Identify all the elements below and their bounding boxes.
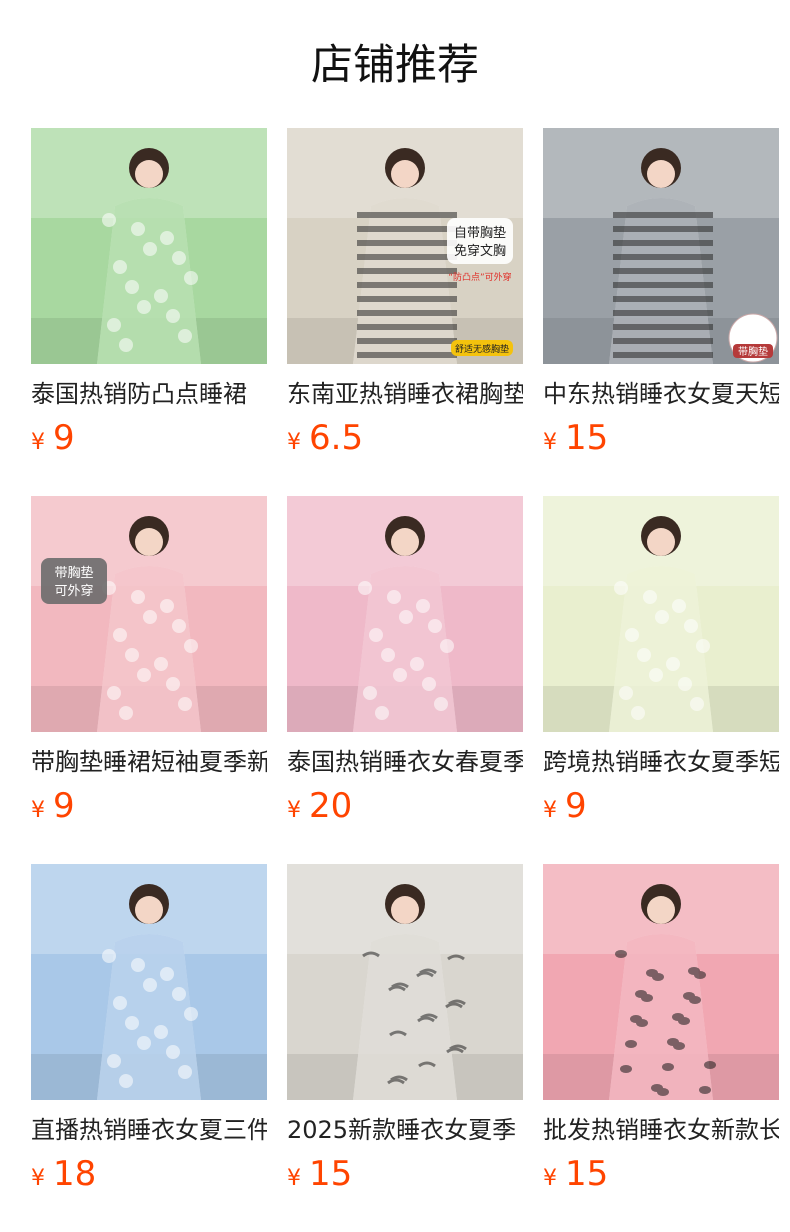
striped-dress-photo: 自带胸垫免穿文胸 “防凸点”可外穿舒适无感胸垫 bbox=[287, 128, 523, 364]
currency-symbol: ¥ bbox=[287, 430, 301, 455]
price-amount: 15 bbox=[565, 1154, 609, 1194]
product-image[interactable] bbox=[31, 864, 267, 1100]
product-title[interactable]: 东南亚热销睡衣裙胸垫 bbox=[287, 378, 523, 410]
price-amount: 9 bbox=[53, 418, 75, 458]
product-price: ¥6.5 bbox=[287, 418, 523, 458]
blue-pajama-photo bbox=[31, 864, 267, 1100]
svg-text:免穿文胸: 免穿文胸 bbox=[454, 243, 506, 259]
svg-text:舒适无感胸垫: 舒适无感胸垫 bbox=[455, 343, 509, 355]
product-price: ¥15 bbox=[543, 418, 779, 458]
price-amount: 15 bbox=[565, 418, 609, 458]
product-image[interactable]: 自带胸垫免穿文胸 “防凸点”可外穿 舒适无感胸垫 bbox=[287, 128, 523, 364]
product-image[interactable]: 带胸垫 可外穿 bbox=[31, 496, 267, 732]
product-card[interactable]: 直播热销睡衣女夏三件套 ¥18 bbox=[31, 864, 267, 1194]
product-title[interactable]: 批发热销睡衣女新款长袖 bbox=[543, 1114, 779, 1146]
product-title[interactable]: 泰国热销睡衣女春夏季 bbox=[287, 746, 523, 778]
price-amount: 18 bbox=[53, 1154, 97, 1194]
product-price: ¥18 bbox=[31, 1154, 267, 1194]
price-amount: 6.5 bbox=[309, 418, 364, 458]
currency-symbol: ¥ bbox=[287, 798, 301, 823]
cartoon-print-photo bbox=[287, 496, 523, 732]
svg-text:“防凸点”可外穿: “防凸点”可外穿 bbox=[448, 271, 511, 283]
product-price: ¥9 bbox=[543, 786, 779, 826]
price-amount: 20 bbox=[309, 786, 353, 826]
currency-symbol: ¥ bbox=[543, 1166, 557, 1191]
promo-badge: 带胸垫可外穿 bbox=[41, 558, 107, 604]
price-amount: 9 bbox=[53, 786, 75, 826]
svg-text:带胸垫: 带胸垫 bbox=[738, 345, 768, 358]
product-title[interactable]: 2025新款睡衣女夏季 bbox=[287, 1114, 523, 1146]
svg-text:带胸垫: 带胸垫 bbox=[54, 565, 93, 581]
product-image[interactable] bbox=[543, 496, 779, 732]
product-card[interactable]: 跨境热销睡衣女夏季短袖 ¥9 bbox=[543, 496, 779, 826]
product-card[interactable]: 自带胸垫免穿文胸 “防凸点”可外穿 舒适无感胸垫东南亚热销睡衣裙胸垫 ¥6.5 bbox=[287, 128, 523, 458]
svg-text:自带胸垫: 自带胸垫 bbox=[454, 225, 506, 241]
currency-symbol: ¥ bbox=[543, 430, 557, 455]
product-card[interactable]: 带胸垫可外穿带胸垫睡裙短袖夏季新款 ¥9 bbox=[31, 496, 267, 826]
leopard-pajama-photo bbox=[543, 864, 779, 1100]
product-card[interactable]: 带胸垫中东热销睡衣女夏天短袖 ¥15 bbox=[543, 128, 779, 458]
product-image[interactable] bbox=[31, 128, 267, 364]
bear-print-photo bbox=[543, 496, 779, 732]
product-image[interactable] bbox=[287, 864, 523, 1100]
svg-text:可外穿: 可外穿 bbox=[54, 583, 93, 599]
product-card[interactable]: 2025新款睡衣女夏季 ¥15 bbox=[287, 864, 523, 1194]
price-amount: 9 bbox=[565, 786, 587, 826]
product-title[interactable]: 跨境热销睡衣女夏季短袖 bbox=[543, 746, 779, 778]
product-price: ¥20 bbox=[287, 786, 523, 826]
product-image[interactable] bbox=[543, 864, 779, 1100]
product-title[interactable]: 泰国热销防凸点睡裙 bbox=[31, 378, 267, 410]
product-card[interactable]: 泰国热销防凸点睡裙 ¥9 bbox=[31, 128, 267, 458]
product-card[interactable]: 泰国热销睡衣女春夏季 ¥20 bbox=[287, 496, 523, 826]
product-card[interactable]: 批发热销睡衣女新款长袖 ¥15 bbox=[543, 864, 779, 1194]
striped-tee-photo: 带胸垫 bbox=[543, 128, 779, 364]
pink-dress-photo: 带胸垫可外穿 bbox=[31, 496, 267, 732]
floral-dress-photo bbox=[31, 128, 267, 364]
currency-symbol: ¥ bbox=[31, 798, 45, 823]
product-title[interactable]: 带胸垫睡裙短袖夏季新款 bbox=[31, 746, 267, 778]
currency-symbol: ¥ bbox=[31, 430, 45, 455]
corner-tag: 带胸垫 bbox=[728, 313, 778, 363]
product-title[interactable]: 中东热销睡衣女夏天短袖 bbox=[543, 378, 779, 410]
currency-symbol: ¥ bbox=[543, 798, 557, 823]
product-image[interactable]: 带胸垫 bbox=[543, 128, 779, 364]
price-amount: 15 bbox=[309, 1154, 353, 1194]
page-title: 店铺推荐 bbox=[310, 40, 479, 89]
product-price: ¥9 bbox=[31, 786, 267, 826]
product-price: ¥15 bbox=[543, 1154, 779, 1194]
product-price: ¥15 bbox=[287, 1154, 523, 1194]
product-title[interactable]: 直播热销睡衣女夏三件套 bbox=[31, 1114, 267, 1146]
currency-symbol: ¥ bbox=[31, 1166, 45, 1191]
currency-symbol: ¥ bbox=[287, 1166, 301, 1191]
product-image[interactable] bbox=[287, 496, 523, 732]
ink-print-pajama-photo bbox=[287, 864, 523, 1100]
product-price: ¥9 bbox=[31, 418, 267, 458]
